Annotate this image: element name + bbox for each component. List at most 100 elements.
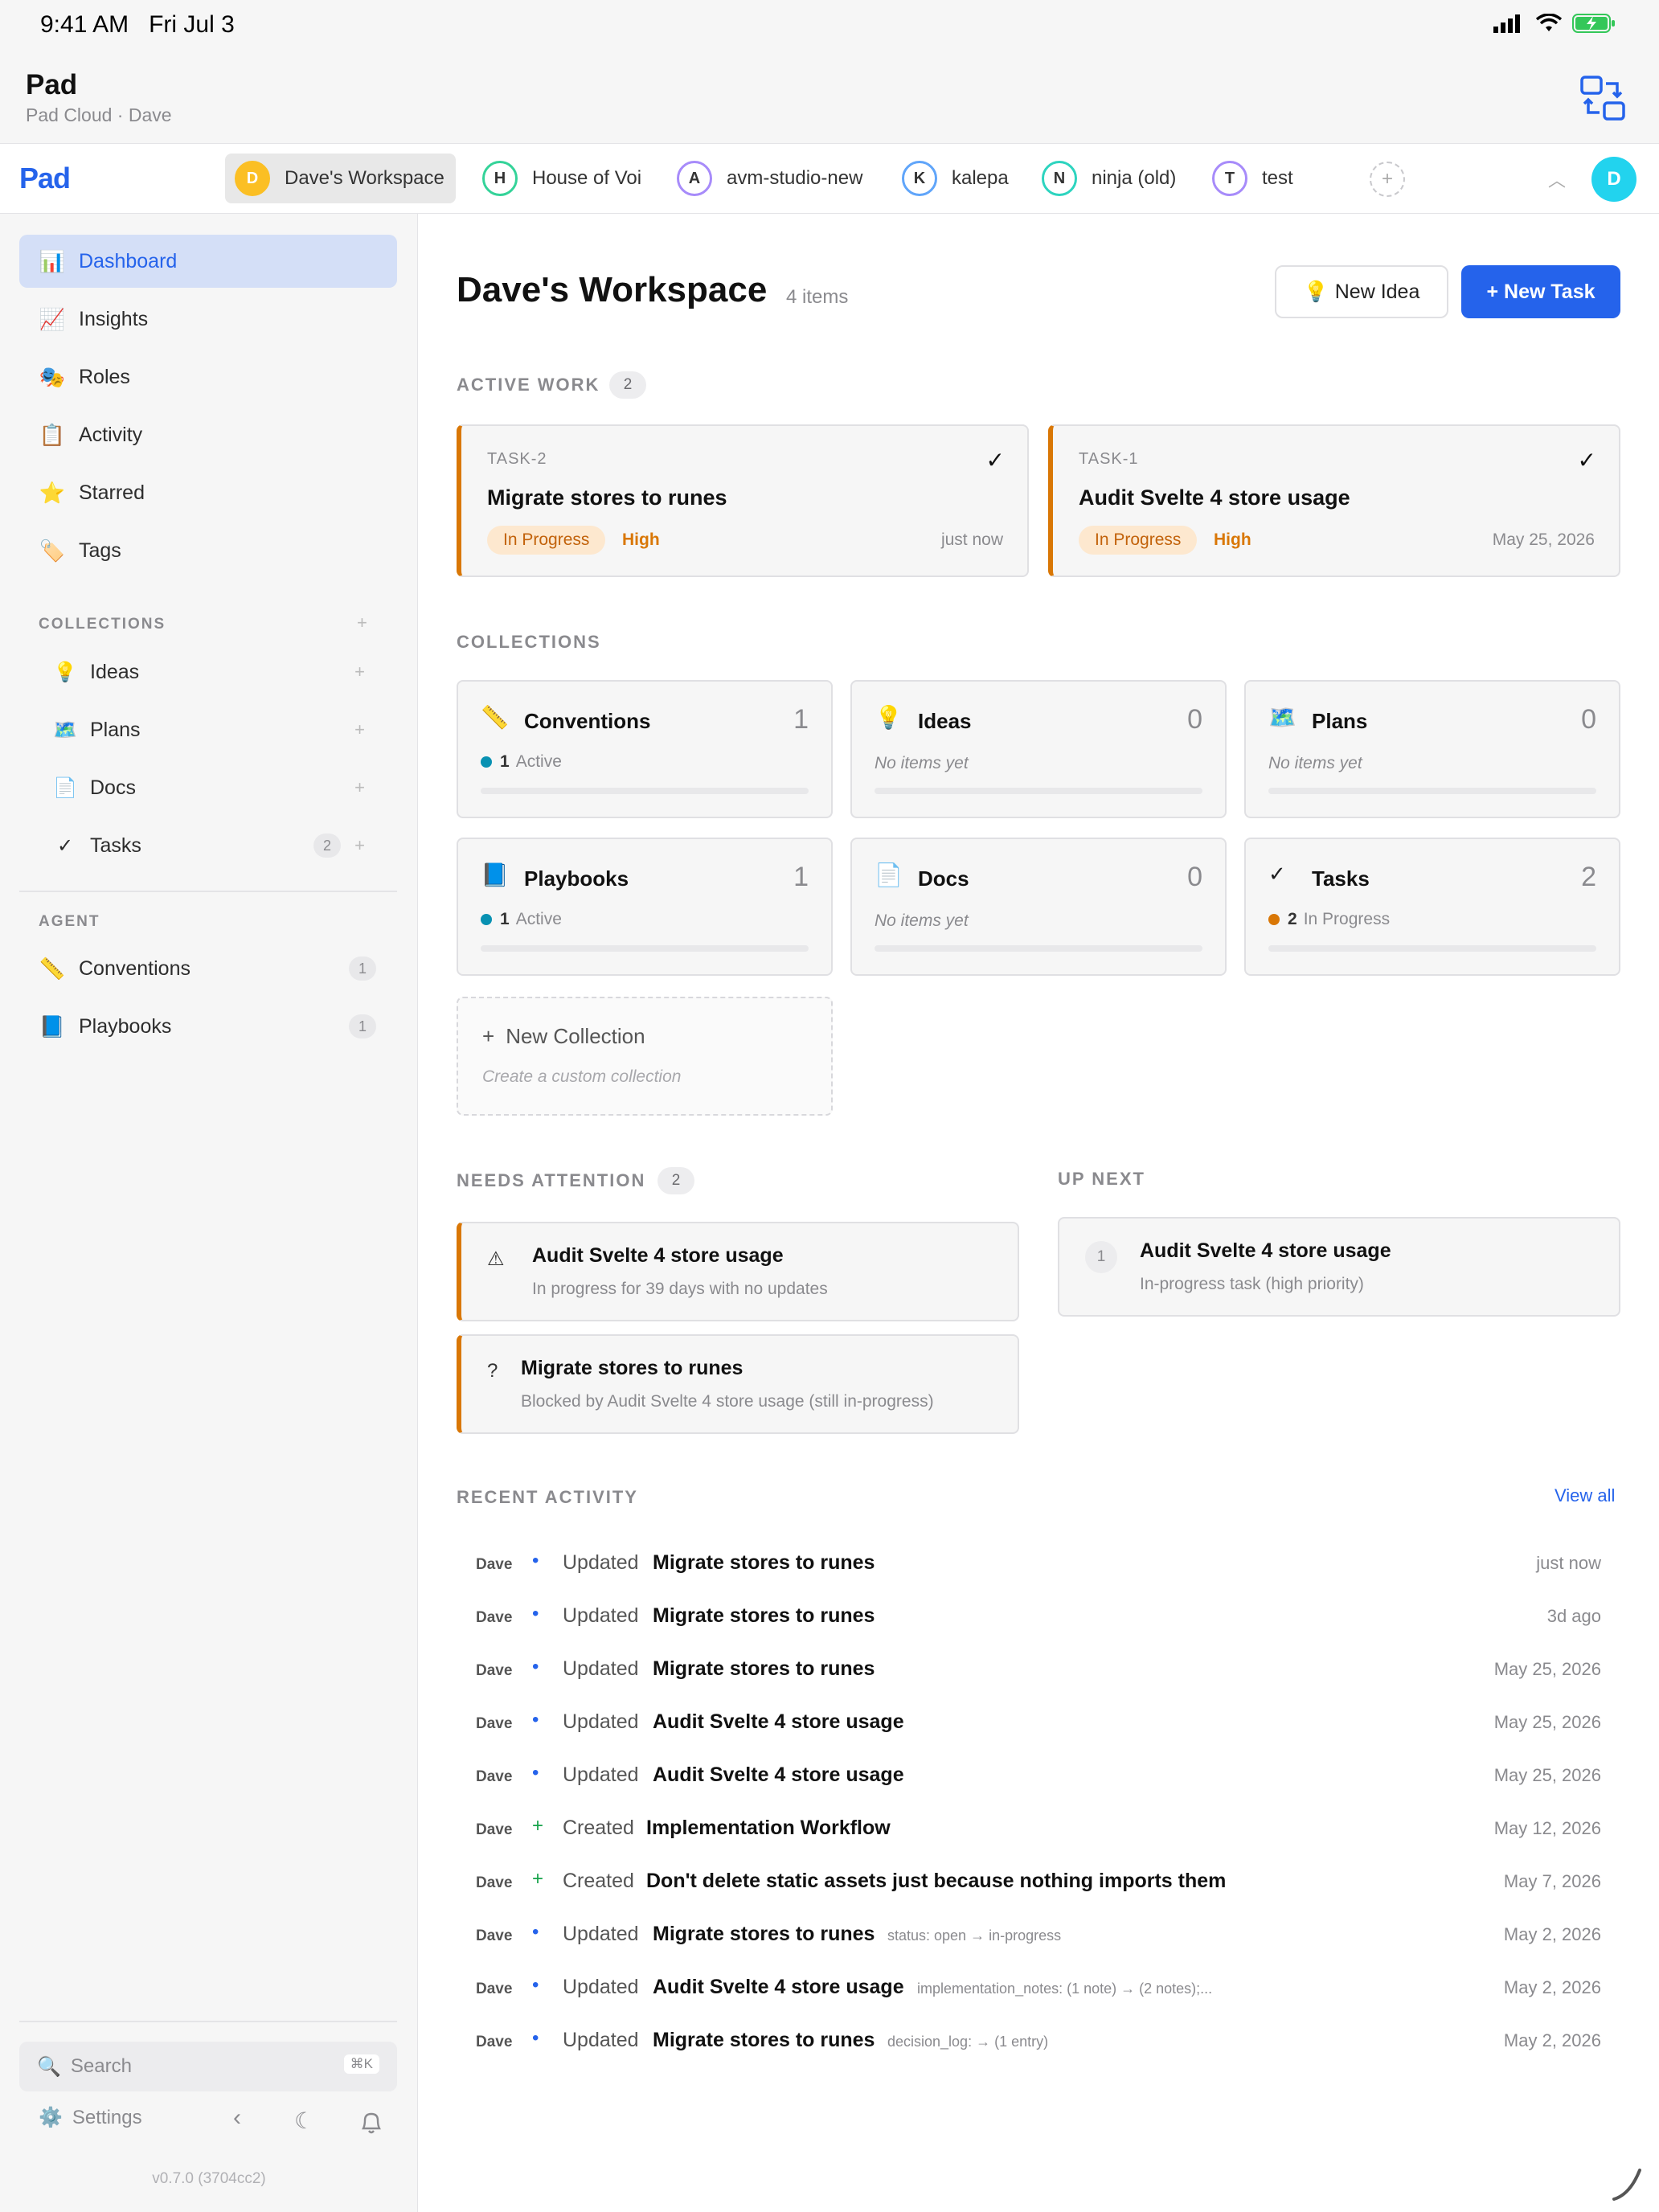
- add-item-icon[interactable]: +: [354, 835, 365, 856]
- add-workspace-button[interactable]: +: [1370, 162, 1405, 197]
- workspace-tab-ninja-old[interactable]: Nninja (old): [1032, 154, 1187, 203]
- new-idea-button[interactable]: 💡 New Idea: [1275, 265, 1448, 318]
- recent-activity-heading: RECENT ACTIVITY: [457, 1487, 638, 1507]
- attention-card[interactable]: ? Migrate stores to runes Blocked by Aud…: [457, 1334, 1019, 1434]
- page-title: Dave's Workspace: [457, 270, 768, 309]
- sidebar-item-docs[interactable]: 📄 Docs +: [35, 764, 389, 812]
- status-badge: In Progress: [1079, 526, 1198, 555]
- collection-status: 2 In Progress: [1268, 910, 1390, 929]
- collection-card-playbooks[interactable]: 📘 Playbooks 1 1 Active: [457, 838, 833, 976]
- sidebar-item-label: Plans: [90, 718, 141, 741]
- sidebar-item-starred[interactable]: ⭐ Starred: [19, 466, 397, 519]
- collection-card-tasks[interactable]: ✓ Tasks 2 2 In Progress: [1244, 838, 1620, 976]
- new-collection-button[interactable]: + New Collection Create a custom collecti…: [457, 997, 833, 1116]
- checkmark-icon[interactable]: ✓: [986, 447, 1005, 473]
- bell-icon[interactable]: [360, 2111, 383, 2135]
- add-collection-icon[interactable]: +: [357, 612, 367, 633]
- activity-timestamp: May 25, 2026: [1493, 1712, 1601, 1732]
- collection-card-docs[interactable]: 📄 Docs 0 No items yet: [850, 838, 1227, 976]
- pencil-scribble-icon: [1612, 2169, 1641, 2201]
- activity-row[interactable]: Dave + Created Implementation Workflow May 1…: [457, 1804, 1620, 1852]
- sidebar-item-tasks[interactable]: ✓ Tasks 2 +: [35, 821, 389, 870]
- workspace-tab-avm-studio-new[interactable]: Aavm-studio-new: [667, 154, 874, 203]
- sidebar-item-playbooks[interactable]: 📘 Playbooks 1: [19, 1000, 397, 1053]
- activity-timestamp: 3d ago: [1546, 1606, 1601, 1626]
- sidebar-item-label: Docs: [90, 776, 136, 799]
- activity-object[interactable]: Audit Svelte 4 store usage: [653, 1976, 904, 1999]
- new-task-button[interactable]: + New Task: [1461, 265, 1620, 318]
- sidebar-item-tags[interactable]: 🏷️ Tags: [19, 524, 397, 577]
- sidebar-item-roles[interactable]: 🎭 Roles: [19, 350, 397, 403]
- sidebar-item-plans[interactable]: 🗺️ Plans +: [35, 706, 389, 754]
- collection-name: Playbooks: [524, 866, 629, 891]
- workspace-tab-house-of-voi[interactable]: H House of Voi: [473, 154, 653, 203]
- activity-object[interactable]: Migrate stores to runes: [653, 1923, 875, 1946]
- add-item-icon[interactable]: +: [354, 777, 365, 798]
- add-item-icon[interactable]: +: [354, 662, 365, 682]
- settings-button[interactable]: ⚙️ Settings: [39, 2106, 142, 2129]
- workspace-tab-daves-workspace[interactable]: D Dave's Workspace: [225, 154, 456, 203]
- workspace-avatar: H: [482, 161, 518, 196]
- activity-row[interactable]: Dave • Updated Audit Svelte 4 store usage Ma…: [457, 1698, 1620, 1746]
- activity-user: Dave: [476, 1662, 513, 1679]
- activity-object[interactable]: Implementation Workflow: [646, 1817, 891, 1840]
- task-id: TASK-1: [1079, 450, 1139, 468]
- priority-label: High: [1214, 530, 1251, 549]
- workspace-tab-test[interactable]: Ttest: [1202, 154, 1305, 203]
- activity-row[interactable]: Dave • Updated Migrate stores to runes May 2…: [457, 1645, 1620, 1693]
- updated-dot-icon: •: [532, 1656, 539, 1677]
- app-header: Pad Pad Cloud · Dave: [0, 53, 1659, 143]
- checkmark-icon: ✓: [56, 834, 74, 857]
- attention-title: Audit Svelte 4 store usage: [532, 1244, 784, 1267]
- sidebar-divider: [19, 2021, 397, 2022]
- collections-heading: COLLECTIONS: [39, 616, 166, 633]
- activity-row[interactable]: Dave • Updated Audit Svelte 4 store usage Ma…: [457, 1751, 1620, 1799]
- collection-card-ideas[interactable]: 💡 Ideas 0 No items yet: [850, 680, 1227, 818]
- activity-row[interactable]: Dave • Updated Migrate stores to runes statu…: [457, 1910, 1620, 1958]
- task-timestamp: May 25, 2026: [1492, 530, 1595, 549]
- collection-name: Plans: [1312, 709, 1368, 733]
- sidebar-item-activity[interactable]: 📋 Activity: [19, 408, 397, 461]
- rank-badge: 1: [1085, 1241, 1117, 1273]
- add-item-icon[interactable]: +: [354, 719, 365, 740]
- activity-object[interactable]: Migrate stores to runes: [653, 2029, 875, 2052]
- item-count: 4 items: [786, 286, 849, 308]
- activity-object[interactable]: Migrate stores to runes: [653, 1551, 875, 1575]
- moon-icon[interactable]: ☾: [294, 2108, 314, 2134]
- task-card[interactable]: TASK-1 ✓ Audit Svelte 4 store usage In P…: [1048, 424, 1620, 577]
- workspace-tab-kalepa[interactable]: Kkalepa: [892, 154, 1020, 203]
- activity-row[interactable]: Dave + Created Don't delete static assets j…: [457, 1857, 1620, 1905]
- collection-card-plans[interactable]: 🗺️ Plans 0 No items yet: [1244, 680, 1620, 818]
- activity-row[interactable]: Dave • Updated Migrate stores to runes 3d ag…: [457, 1591, 1620, 1640]
- task-card[interactable]: TASK-2 ✓ Migrate stores to runes In Prog…: [457, 424, 1029, 577]
- sidebar-item-insights[interactable]: 📈 Insights: [19, 293, 397, 346]
- chevron-left-icon[interactable]: ‹: [233, 2104, 241, 2132]
- sidebar-item-conventions[interactable]: 📏 Conventions 1: [19, 942, 397, 995]
- sidebar-item-dashboard[interactable]: 📊 Dashboard: [19, 235, 397, 288]
- pad-logo[interactable]: Pad: [19, 162, 71, 195]
- activity-object[interactable]: Migrate stores to runes: [653, 1657, 875, 1681]
- activity-object[interactable]: Don't delete static assets just because …: [646, 1870, 1226, 1893]
- collapse-chevron-icon[interactable]: ︿: [1548, 166, 1566, 192]
- updated-dot-icon: •: [532, 1974, 539, 1996]
- new-collection-title: + New Collection: [482, 1024, 645, 1048]
- activity-row[interactable]: Dave • Updated Migrate stores to runes just …: [457, 1538, 1620, 1587]
- activity-object[interactable]: Audit Svelte 4 store usage: [653, 1763, 904, 1787]
- activity-object[interactable]: Migrate stores to runes: [653, 1604, 875, 1628]
- up-next-card[interactable]: 1 Audit Svelte 4 store usage In-progress…: [1058, 1217, 1620, 1317]
- sidebar-item-ideas[interactable]: 💡 Ideas +: [35, 648, 389, 696]
- view-all-link[interactable]: View all: [1555, 1485, 1615, 1506]
- activity-verb: Updated: [563, 1604, 639, 1627]
- checkmark-icon[interactable]: ✓: [1578, 447, 1596, 473]
- sidebar-item-label: Insights: [79, 307, 149, 330]
- collection-card-conventions[interactable]: 📏 Conventions 1 1 Active: [457, 680, 833, 818]
- search-input[interactable]: 🔍 Search ⌘K: [19, 2042, 397, 2091]
- activity-object[interactable]: Audit Svelte 4 store usage: [653, 1710, 904, 1734]
- collection-status: 1 Active: [481, 752, 562, 772]
- activity-row[interactable]: Dave • Updated Audit Svelte 4 store usage im…: [457, 1963, 1620, 2011]
- attention-card[interactable]: ⚠ Audit Svelte 4 store usage In progress…: [457, 1222, 1019, 1321]
- activity-verb: Updated: [563, 2029, 639, 2051]
- user-avatar[interactable]: D: [1591, 157, 1636, 202]
- activity-row[interactable]: Dave • Updated Migrate stores to runes decis…: [457, 2016, 1620, 2064]
- switch-workspace-icon[interactable]: [1579, 74, 1627, 122]
